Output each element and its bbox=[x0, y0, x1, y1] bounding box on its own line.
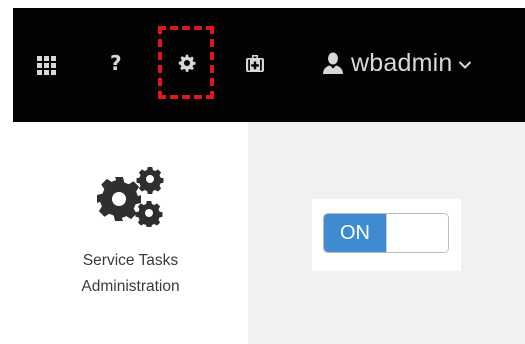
cogs-icon bbox=[97, 167, 164, 227]
toggle-on-label: ON bbox=[324, 214, 386, 252]
apps-grid-icon[interactable] bbox=[37, 56, 56, 75]
help-icon[interactable]: ? bbox=[110, 53, 122, 73]
service-tasks-card[interactable]: Service Tasks Administration bbox=[13, 122, 248, 344]
user-menu[interactable]: wbadmin bbox=[322, 46, 472, 80]
user-icon bbox=[323, 52, 343, 74]
card-title-line2: Administration bbox=[81, 278, 180, 295]
toggle-handle[interactable] bbox=[386, 214, 448, 252]
toggle-panel: ON bbox=[312, 199, 461, 271]
gear-icon[interactable] bbox=[178, 54, 196, 72]
card-title: Service Tasks Administration bbox=[13, 248, 248, 300]
top-navbar: ? wbadmin bbox=[13, 8, 525, 122]
card-title-line1: Service Tasks bbox=[82, 252, 179, 269]
chevron-down-icon bbox=[459, 61, 472, 69]
outer-left-strip bbox=[0, 0, 13, 344]
outer-top-strip bbox=[0, 0, 525, 8]
medical-kit-icon[interactable] bbox=[246, 55, 264, 72]
on-off-toggle[interactable]: ON bbox=[323, 213, 449, 253]
username-label: wbadmin bbox=[351, 49, 453, 77]
